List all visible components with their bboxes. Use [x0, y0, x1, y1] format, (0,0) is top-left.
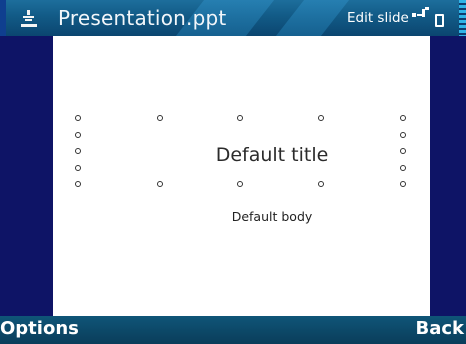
- selection-handle[interactable]: [75, 165, 81, 171]
- selection-handle[interactable]: [75, 148, 81, 154]
- selection-handle[interactable]: [318, 115, 324, 121]
- title-bar-decoration: [275, 0, 350, 36]
- canvas-margin-left: [0, 36, 53, 316]
- selection-handle[interactable]: [75, 115, 81, 121]
- softkey-bar: Options Back: [0, 316, 466, 344]
- slide-title-placeholder[interactable]: Default title: [186, 144, 358, 166]
- selection-handle[interactable]: [400, 165, 406, 171]
- selection-handle[interactable]: [318, 181, 324, 187]
- title-bar-right-edge: [459, 0, 466, 36]
- selection-handle[interactable]: [400, 148, 406, 154]
- back-softkey[interactable]: Back: [415, 318, 464, 339]
- selection-handle[interactable]: [157, 181, 163, 187]
- window-title: Presentation.ppt: [58, 6, 227, 30]
- options-softkey[interactable]: Options: [0, 318, 79, 339]
- title-bar-left-edge: [0, 0, 6, 36]
- selection-handle[interactable]: [75, 132, 81, 138]
- canvas-margin-right: [430, 36, 466, 316]
- mode-status: Edit slide: [347, 10, 409, 26]
- selection-handle[interactable]: [75, 181, 81, 187]
- presentation-doc-icon: [21, 10, 37, 27]
- battery-icon: [435, 14, 444, 27]
- selection-handle[interactable]: [400, 132, 406, 138]
- slide-canvas[interactable]: Default title Default body: [53, 36, 430, 316]
- selection-handle[interactable]: [400, 181, 406, 187]
- slide-body-placeholder[interactable]: Default body: [186, 209, 358, 224]
- title-bar: Presentation.ppt Edit slide: [0, 0, 466, 36]
- selection-handle[interactable]: [237, 115, 243, 121]
- selection-handle[interactable]: [157, 115, 163, 121]
- selection-handle[interactable]: [400, 115, 406, 121]
- selection-handle[interactable]: [237, 181, 243, 187]
- signal-connection-icon: [412, 7, 429, 17]
